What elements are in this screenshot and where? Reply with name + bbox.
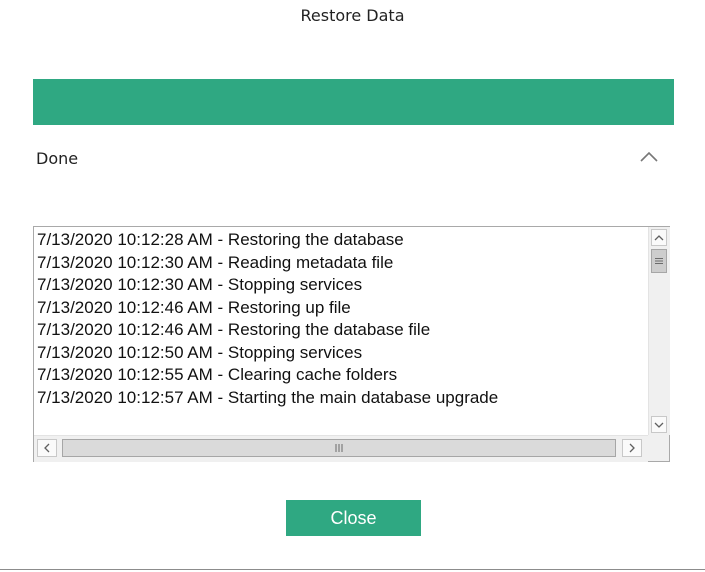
vertical-scroll-thumb[interactable] [651,249,667,273]
log-line: 7/13/2020 10:12:46 AM - Restoring the da… [37,320,431,339]
log-lines: 7/13/2020 10:12:28 AM - Restoring the da… [37,229,643,435]
log-line: 7/13/2020 10:12:30 AM - Reading metadata… [37,252,394,272]
status-text: Done [36,149,79,168]
scroll-right-button[interactable] [622,439,642,457]
log-line: 7/13/2020 10:12:57 AM - Starting the mai… [37,387,499,407]
scroll-down-button[interactable] [651,416,667,433]
log-line: 7/13/2020 10:12:28 AM - Restoring the da… [37,230,404,249]
collapse-details-button[interactable] [637,147,661,167]
log-line: 7/13/2020 10:12:46 AM - Restoring up fil… [37,297,351,317]
scrollbar-corner [648,435,669,461]
log-listbox[interactable]: 7/13/2020 10:12:28 AM - Restoring the da… [33,226,670,462]
dialog-title: Restore Data [300,6,405,25]
scroll-left-button[interactable] [37,439,57,457]
horizontal-scrollbar[interactable] [34,435,648,462]
triangle-down-icon [654,422,664,428]
progress-bar-fill [33,79,674,125]
progress-bar [33,79,674,125]
triangle-right-icon [629,443,635,453]
triangle-up-icon [654,234,664,240]
log-line: 7/13/2020 10:12:55 AM - Clearing cache f… [37,365,398,384]
vertical-scrollbar[interactable] [648,227,670,435]
divider [0,569,705,570]
grip-icon [655,258,663,264]
log-line: 7/13/2020 10:12:30 AM - Stopping service… [37,275,363,294]
triangle-left-icon [44,443,50,453]
log-line: 7/13/2020 10:12:50 AM - Stopping service… [37,342,363,362]
chevron-up-icon [640,151,658,162]
horizontal-scroll-thumb[interactable] [62,439,616,457]
close-button[interactable]: Close [286,500,421,536]
grip-icon [335,444,343,452]
scroll-up-button[interactable] [651,229,667,246]
